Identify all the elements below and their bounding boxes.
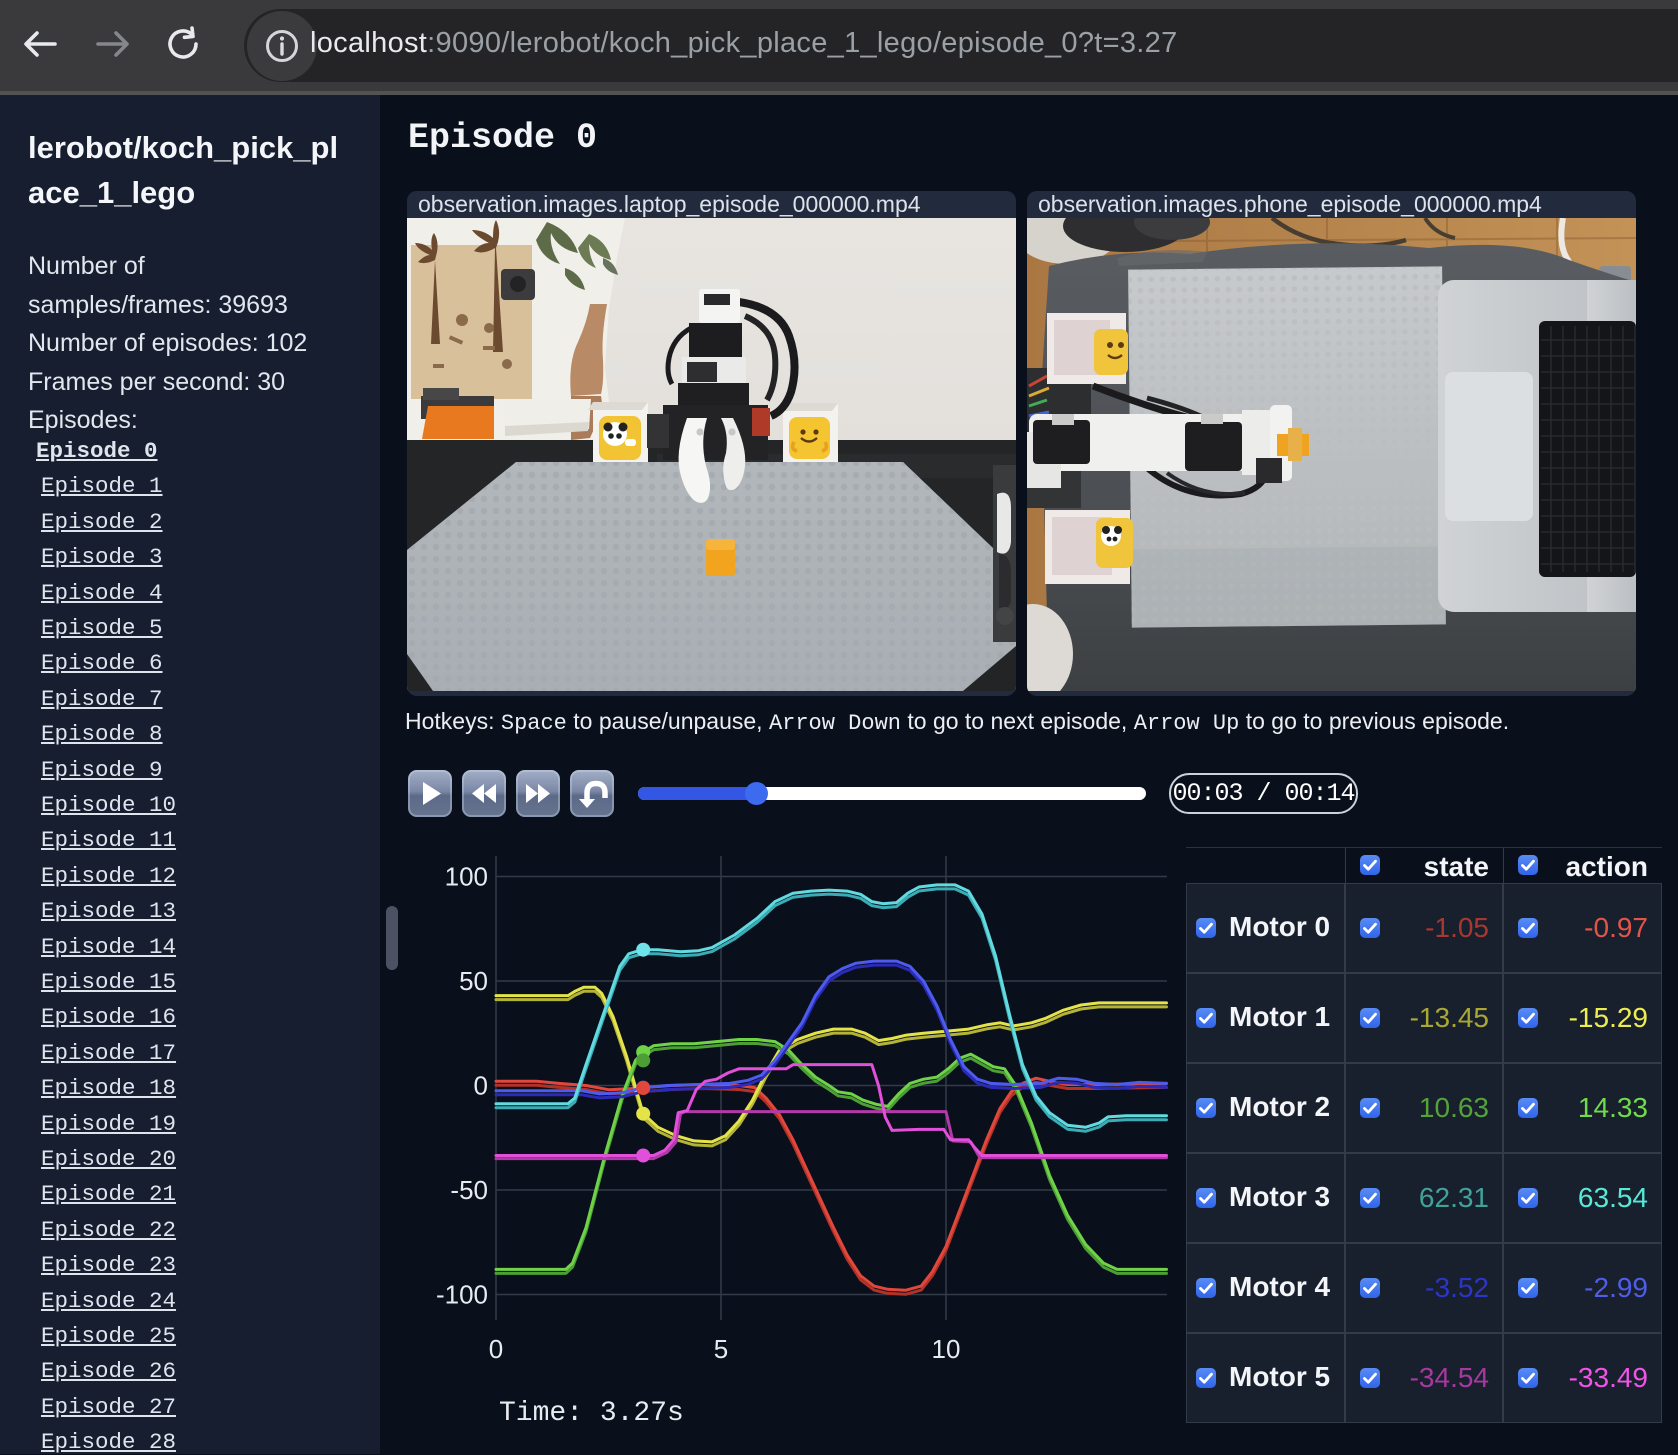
- svg-text:-100: -100: [436, 1280, 488, 1310]
- svg-text:100: 100: [445, 862, 488, 892]
- svg-text:-50: -50: [450, 1175, 488, 1205]
- svg-text:50: 50: [459, 966, 488, 996]
- svg-text:0: 0: [489, 1334, 503, 1364]
- svg-text:0: 0: [474, 1071, 488, 1101]
- svg-text:5: 5: [714, 1334, 728, 1364]
- svg-text:10: 10: [932, 1334, 961, 1364]
